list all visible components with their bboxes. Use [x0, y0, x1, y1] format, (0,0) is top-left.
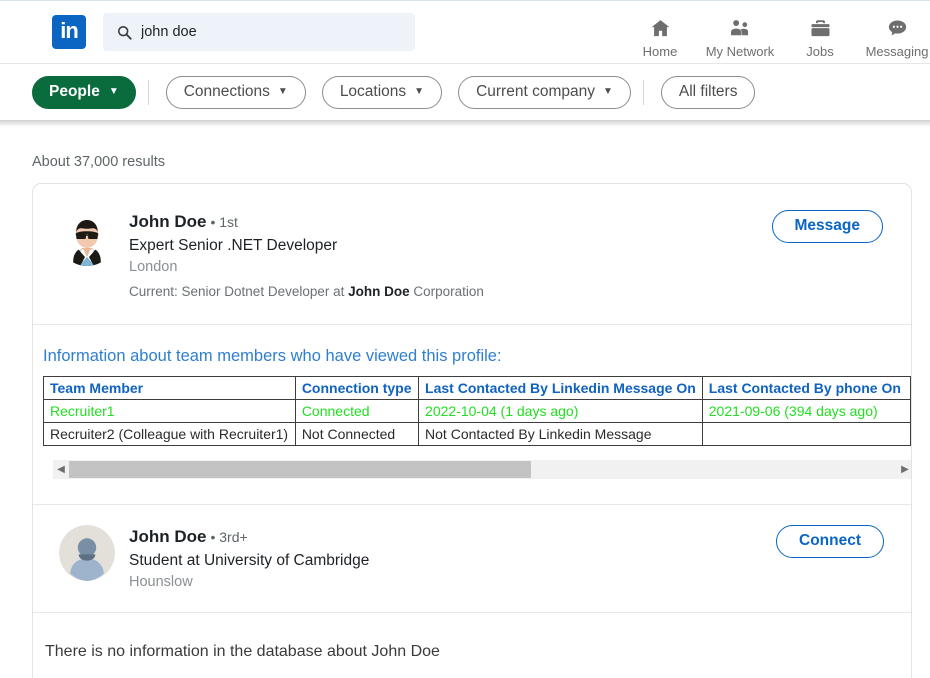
team-panel-title: Information about team members who have …: [43, 347, 502, 365]
results-card: John Doe • 1st Expert Senior .NET Develop…: [32, 183, 912, 678]
table-row: Recruiter1 Connected 2022-10-04 (1 days …: [43, 399, 911, 423]
column-header-team-member: Team Member: [43, 376, 296, 400]
search-input[interactable]: [141, 24, 381, 40]
current-prefix: Current: Senior Dotnet Developer at: [129, 284, 349, 299]
cell-connection-type: Connected: [294, 399, 420, 423]
search-box[interactable]: [103, 13, 415, 51]
home-icon: [649, 15, 672, 41]
logo-text: in: [60, 17, 79, 43]
profile-degree: • 1st: [210, 214, 238, 230]
messaging-bubble-icon: [886, 15, 909, 41]
filter-locations-button[interactable]: Locations ▼: [321, 75, 443, 109]
profile-current-position: Current: Senior Dotnet Developer at John…: [129, 284, 484, 299]
profile-name[interactable]: John Doe: [129, 527, 206, 546]
global-header: in Home: [0, 0, 930, 64]
profile-info-2: John Doe • 3rd+ Student at University of …: [129, 525, 369, 590]
my-network-icon: [728, 15, 752, 41]
scroll-right-arrow-icon[interactable]: ▶: [897, 464, 911, 475]
profile-location: Hounslow: [129, 574, 193, 590]
filter-bar: People ▼ Connections ▼ Locations ▼ Curre…: [0, 64, 930, 120]
no-database-info-section: There is no information in the database …: [33, 613, 911, 678]
primary-nav: Home My Network Jobs Messaging: [620, 0, 930, 64]
profile-name[interactable]: John Doe: [129, 212, 206, 231]
cell-last-contacted-message: Not Contacted By Linkedin Message: [418, 422, 703, 446]
connect-button[interactable]: Connect: [776, 525, 884, 559]
horizontal-scrollbar[interactable]: ◀ ▶: [53, 460, 911, 479]
table-row: Recruiter2 (Colleague with Recruiter1) N…: [43, 422, 911, 446]
filter-connections-label: Connections: [183, 83, 270, 100]
nav-item-jobs[interactable]: Jobs: [780, 15, 860, 59]
filter-people-button[interactable]: People ▼: [32, 75, 136, 109]
profile-info-1: John Doe • 1st Expert Senior .NET Develop…: [129, 210, 484, 299]
profile-location: London: [129, 259, 178, 275]
cell-team-member: Recruiter2 (Colleague with Recruiter1): [43, 422, 296, 446]
table-header-row: Team Member Connection type Last Contact…: [43, 376, 911, 400]
filter-people-label: People: [49, 83, 100, 100]
chevron-down-icon: ▼: [414, 86, 425, 97]
filter-separator: [147, 79, 149, 105]
chevron-down-icon: ▼: [108, 86, 119, 97]
filter-separator: [642, 79, 644, 105]
column-header-last-contacted-message: Last Contacted By Linkedin Message On: [418, 376, 703, 400]
nav-label-home: Home: [642, 44, 678, 59]
search-result-item-2[interactable]: John Doe • 3rd+ Student at University of …: [33, 505, 911, 612]
filter-connections-button[interactable]: Connections ▼: [165, 75, 306, 109]
filter-locations-label: Locations: [339, 83, 407, 100]
profile-headline: Student at University of Cambridge: [129, 552, 370, 569]
jobs-briefcase-icon: [809, 15, 832, 41]
nav-item-messaging[interactable]: Messaging: [860, 15, 930, 59]
profile-headline: Expert Senior .NET Developer: [129, 237, 338, 254]
profile-name-line-1: John Doe • 1st: [129, 212, 484, 232]
search-results-main: About 37,000 results John Doe • 1st Expe…: [0, 127, 930, 678]
filter-bar-shadow: [0, 120, 930, 127]
cell-last-contacted-phone: [701, 422, 911, 446]
nav-label-my-network: My Network: [705, 44, 775, 59]
column-header-connection-type: Connection type: [294, 376, 420, 400]
team-members-panel: Information about team members who have …: [33, 325, 911, 479]
message-button[interactable]: Message: [771, 210, 883, 244]
scrollbar-thumb[interactable]: [69, 461, 531, 478]
scroll-left-arrow-icon[interactable]: ◀: [53, 464, 69, 475]
no-database-info-text: There is no information in the database …: [45, 643, 440, 660]
results-count: About 37,000 results: [32, 154, 166, 170]
nav-label-jobs: Jobs: [806, 44, 834, 59]
chevron-down-icon: ▼: [277, 86, 288, 97]
profile-degree: • 3rd+: [210, 529, 248, 545]
man-with-sunglasses-avatar: [59, 210, 115, 266]
profile-name-line-2: John Doe • 3rd+: [129, 527, 369, 547]
filter-current-company-button[interactable]: Current company ▼: [458, 75, 631, 109]
nav-item-home[interactable]: Home: [620, 15, 700, 59]
column-header-last-contacted-phone: Last Contacted By phone On: [701, 376, 911, 400]
all-filters-button[interactable]: All filters: [660, 75, 756, 109]
team-members-table: Team Member Connection type Last Contact…: [43, 376, 911, 446]
nav-item-my-network[interactable]: My Network: [700, 15, 780, 59]
chevron-down-icon: ▼: [602, 86, 613, 97]
linkedin-search-page: in Home: [0, 0, 930, 678]
current-suffix: Corporation: [409, 284, 484, 299]
search-result-item-1[interactable]: John Doe • 1st Expert Senior .NET Develop…: [33, 184, 911, 299]
cell-team-member: Recruiter1: [43, 399, 296, 423]
default-person-avatar: [59, 525, 115, 581]
cell-last-contacted-message: 2022-10-04 (1 days ago): [418, 399, 703, 423]
all-filters-label: All filters: [678, 83, 738, 100]
current-company: John Doe: [348, 284, 410, 299]
search-icon: [117, 25, 132, 40]
cell-last-contacted-phone: 2021-09-06 (394 days ago): [701, 399, 911, 423]
nav-label-messaging: Messaging: [865, 44, 929, 59]
filter-current-company-label: Current company: [476, 83, 595, 100]
cell-connection-type: Not Connected: [294, 422, 420, 446]
linkedin-logo-icon[interactable]: in: [52, 15, 86, 49]
